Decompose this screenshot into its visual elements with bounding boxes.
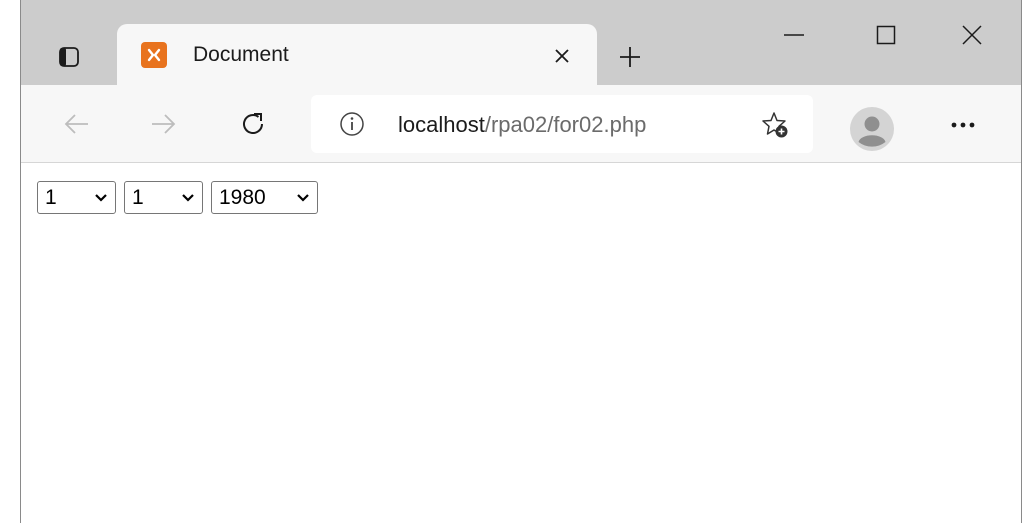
year-select[interactable]: 1980 bbox=[211, 181, 318, 214]
more-options-icon bbox=[951, 122, 975, 128]
add-favorite-icon bbox=[762, 112, 788, 138]
forward-button[interactable] bbox=[143, 104, 183, 144]
info-icon[interactable] bbox=[339, 111, 365, 137]
xampp-favicon bbox=[141, 42, 167, 68]
maximize-icon bbox=[876, 25, 896, 45]
url-path: /rpa02/for02.php bbox=[484, 112, 647, 137]
month-select-value: 1 bbox=[132, 185, 144, 209]
date-selects: 1 1 1980 bbox=[37, 181, 318, 214]
tab-title: Document bbox=[193, 43, 289, 66]
reload-icon bbox=[243, 113, 263, 135]
chevron-down-icon bbox=[297, 194, 309, 202]
month-select[interactable]: 1 bbox=[124, 181, 203, 214]
tab-close-icon bbox=[555, 49, 569, 63]
back-button[interactable] bbox=[57, 104, 97, 144]
more-options-button[interactable] bbox=[943, 107, 983, 143]
minimize-icon bbox=[784, 34, 804, 36]
window-close-button[interactable] bbox=[949, 12, 995, 58]
tab-strip: Document bbox=[21, 0, 1021, 85]
add-favorite-button[interactable] bbox=[759, 109, 791, 141]
maximize-button[interactable] bbox=[863, 12, 909, 58]
browser-window: Document localhost/rpa02/for02.php 1 1 1… bbox=[20, 0, 1022, 523]
chevron-down-icon bbox=[95, 194, 107, 202]
tab-actions-button[interactable] bbox=[51, 42, 87, 72]
new-tab-icon bbox=[620, 47, 640, 67]
address-bar[interactable]: localhost/rpa02/for02.php bbox=[311, 95, 813, 153]
day-select[interactable]: 1 bbox=[37, 181, 116, 214]
back-arrow-icon bbox=[64, 114, 88, 134]
tab-close-button[interactable] bbox=[547, 41, 577, 71]
reload-button[interactable] bbox=[233, 104, 273, 144]
window-close-icon bbox=[962, 25, 982, 45]
url-text[interactable]: localhost/rpa02/for02.php bbox=[398, 112, 646, 138]
minimize-button[interactable] bbox=[771, 12, 817, 58]
day-select-value: 1 bbox=[45, 185, 57, 209]
profile-avatar-icon[interactable] bbox=[850, 107, 894, 151]
year-select-value: 1980 bbox=[219, 185, 266, 209]
page-content: 1 1 1980 bbox=[21, 164, 1021, 523]
tab-actions-icon bbox=[59, 47, 79, 67]
chevron-down-icon bbox=[182, 194, 194, 202]
new-tab-button[interactable] bbox=[611, 38, 649, 76]
active-tab[interactable]: Document bbox=[117, 24, 597, 85]
forward-arrow-icon bbox=[152, 114, 176, 134]
browser-toolbar: localhost/rpa02/for02.php bbox=[21, 85, 1021, 163]
url-host: localhost bbox=[398, 112, 485, 137]
